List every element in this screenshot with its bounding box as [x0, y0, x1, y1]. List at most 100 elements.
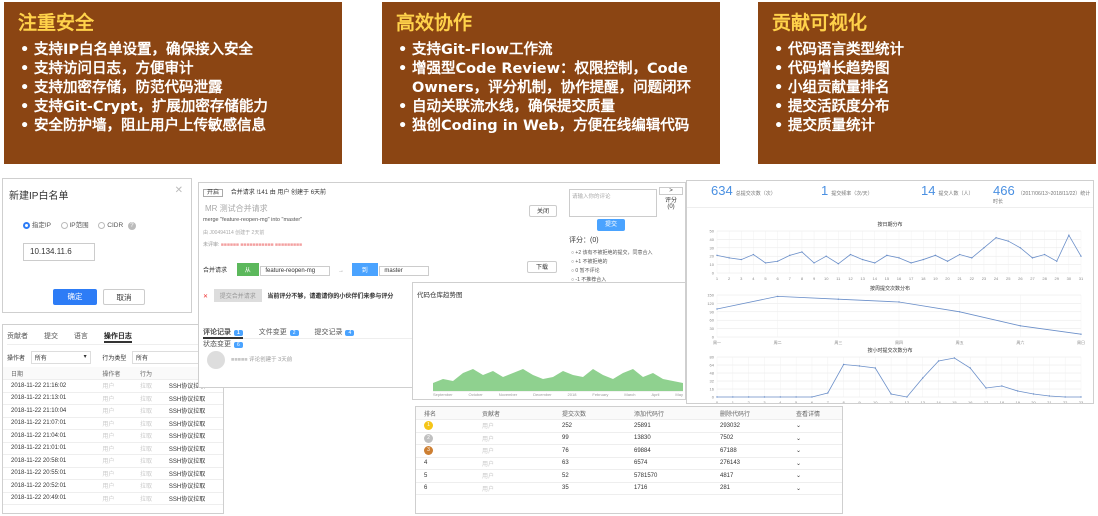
expand-icon[interactable]: ⌄	[788, 432, 842, 445]
tab-file-changes[interactable]: 文件变更 2	[259, 327, 299, 337]
data-point	[837, 263, 840, 265]
tab-commit-records[interactable]: 提交记录 4	[314, 327, 355, 337]
x-tick-label: 1	[716, 276, 719, 281]
type-filter-select[interactable]: 所有	[132, 351, 203, 364]
radio-specific-ip[interactable]: 指定IP	[23, 221, 51, 229]
panel-item: 支持Git-Crypt，扩展加密存储能力	[18, 98, 328, 117]
y-tick-label: 90	[710, 309, 715, 314]
column-header: 操作者	[94, 367, 132, 380]
type-filter-label: 行为类型	[102, 356, 127, 362]
table-cell: 2018-11-22 21:07:01	[3, 417, 95, 430]
y-tick-label: 30	[710, 245, 715, 250]
radio-cidr[interactable]: CIDR	[98, 221, 123, 229]
data-point	[827, 392, 829, 394]
table-row: 2018-11-22 20:49:01 用户 拉取 SSH协议拉取	[3, 492, 223, 505]
table-cell: 用户	[94, 417, 132, 430]
table-row: 2018-11-22 21:07:01 用户 拉取 SSH协议拉取	[3, 417, 223, 430]
x-tick-label: 24	[994, 276, 999, 281]
table-cell: 2018-11-22 20:52:01	[3, 479, 95, 493]
column-header: 贡献者	[474, 407, 554, 420]
score-option[interactable]: ○ 0 暂不评论	[571, 267, 653, 276]
x-tick-label: 5	[795, 400, 798, 404]
ip-input[interactable]: 10.134.11.6	[23, 243, 95, 261]
expand-icon[interactable]: ⌄	[788, 482, 842, 495]
expand-icon[interactable]: ⌄	[788, 444, 842, 458]
data-point	[813, 262, 815, 264]
x-tick-label: 25	[1006, 276, 1011, 281]
x-tick-label: 3	[740, 276, 743, 281]
x-tick-label: 22	[1063, 400, 1068, 404]
download-button[interactable]: 下载	[527, 261, 557, 273]
data-point	[922, 258, 924, 261]
tab-comments[interactable]: 评论记录 1	[203, 327, 243, 339]
table-cell: 用户	[474, 482, 554, 495]
score-side-label: 评分	[664, 198, 677, 204]
data-point	[776, 295, 779, 298]
data-point	[1080, 396, 1082, 398]
tab-languages[interactable]: 语言	[74, 331, 88, 341]
x-tick-label: 2	[748, 400, 751, 404]
x-tick-label: 15	[952, 400, 957, 404]
submit-merge-button[interactable]: 提交合并请求	[213, 289, 262, 302]
expand-icon[interactable]: ⌄	[788, 469, 842, 483]
table-cell: 用户	[474, 469, 554, 483]
expand-icon[interactable]: ⌄	[788, 457, 842, 470]
x-tick-label: 17	[984, 400, 989, 404]
panel-item: 自动关联流水线，确保提交质量	[396, 98, 706, 117]
column-header: 排名	[416, 407, 474, 420]
close-icon[interactable]: ✕	[175, 185, 183, 196]
tab-contributors[interactable]: 贡献者	[7, 331, 28, 341]
table-cell: 5781570	[626, 469, 712, 483]
medal-icon: 1	[424, 421, 433, 431]
table-cell: 拉取	[132, 492, 161, 505]
data-point	[995, 237, 997, 239]
table-cell: 拉取	[132, 442, 161, 455]
stat-committers: 14 提交人数（人）	[921, 183, 974, 198]
score-option[interactable]: ○ +2 该有不被拒绝的提交，同意合入	[571, 249, 653, 258]
x-tick-label: 4	[752, 276, 755, 281]
comment-input[interactable]: 请输入你的评论	[569, 189, 657, 217]
stats-dashboard: 634 总提交次数（次） 1 提交频率（次/天） 14 提交人数（人） 466 （201…	[686, 180, 1094, 404]
score-warning: 当前评分不够，请邀请你的小伙伴们来参与评分	[267, 294, 394, 300]
month-label: February	[592, 392, 609, 397]
cancel-button[interactable]: 取消	[103, 289, 145, 305]
data-point	[1019, 325, 1022, 327]
radio-ip-range[interactable]: IP范围	[60, 221, 89, 229]
panel-item: 代码增长趋势图	[772, 60, 1082, 79]
tab-commits[interactable]: 提交	[44, 331, 58, 341]
x-tick-label: 18	[1000, 400, 1005, 404]
confirm-button[interactable]: 确定	[53, 289, 97, 305]
error-icon: ✕	[203, 294, 209, 300]
month-label: September	[433, 392, 453, 397]
data-point	[752, 253, 755, 256]
data-point	[898, 301, 900, 303]
x-tick-label: 周一	[713, 339, 721, 345]
expand-icon[interactable]: ⌄	[788, 419, 842, 433]
help-icon[interactable]: ?	[127, 222, 136, 230]
collapse-icon[interactable]: >	[659, 187, 683, 195]
tab-status-changes[interactable]: 状态变更 6	[203, 339, 243, 349]
data-point	[910, 262, 912, 264]
table-cell: 6	[416, 482, 474, 495]
table-cell: SSH协议拉取	[160, 417, 223, 430]
table-cell: 用户	[474, 457, 554, 470]
avatar	[207, 351, 225, 369]
table-cell: 2	[416, 432, 474, 445]
y-tick-label: 16	[710, 387, 715, 392]
x-tick-label: 周二	[774, 339, 782, 345]
table-cell: SSH协议拉取	[160, 429, 223, 443]
y-tick-label: 0	[712, 271, 715, 276]
close-mr-button[interactable]: 关闭	[529, 205, 557, 217]
operator-filter-select[interactable]: 所有 ▾	[30, 351, 91, 364]
table-cell: SSH协议拉取	[160, 454, 223, 468]
score-option[interactable]: ○ +1 不被拒绝的	[571, 258, 653, 267]
tab-operation-log[interactable]: 操作日志	[103, 331, 132, 343]
mr-meta: 由 J00494114 创建于 2天前	[203, 230, 265, 236]
table-row: 5 用户 52 5781570 4817 ⌄	[416, 469, 842, 483]
x-tick-label: 12	[848, 276, 853, 281]
data-point	[740, 258, 742, 261]
month-label: March	[624, 392, 636, 397]
submit-comment-button[interactable]: 提交	[597, 219, 625, 231]
data-point	[985, 387, 987, 389]
x-tick-label: 14	[936, 400, 941, 404]
